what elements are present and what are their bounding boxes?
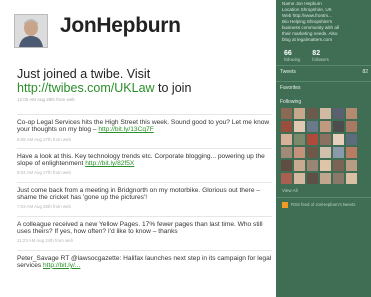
- following-avatar[interactable]: [281, 147, 292, 158]
- tweet-meta: 8:08 AM Aug 27th from web: [17, 136, 71, 142]
- profile-bio: Name Jon Hepburn Location Shropshire, UK W…: [276, 0, 371, 43]
- following-avatar[interactable]: [320, 173, 331, 184]
- following-heading: Following: [280, 99, 302, 105]
- status-link[interactable]: http://twibes.com/UKLaw: [17, 81, 155, 95]
- status-suffix: to join: [154, 81, 192, 95]
- following-stat[interactable]: 66 following: [284, 50, 300, 62]
- following-avatar[interactable]: [307, 160, 318, 171]
- tweet-link[interactable]: http://bit.ly/13Cq7F: [98, 126, 153, 133]
- profile-photo-icon: [15, 15, 47, 47]
- following-avatar[interactable]: [281, 121, 292, 132]
- rss-label: RSS feed of JonHepburn's tweets: [291, 202, 356, 207]
- following-avatar[interactable]: [320, 121, 331, 132]
- following-avatar[interactable]: [307, 134, 318, 145]
- view-all-link[interactable]: View All: [276, 184, 371, 197]
- profile-username: JonHepburn: [60, 14, 181, 37]
- tweet-item: Peter_Savage RT @lawsocgazette: Halifax …: [17, 249, 272, 275]
- following-avatar[interactable]: [294, 147, 305, 158]
- following-avatar[interactable]: [346, 134, 357, 145]
- tweet-link[interactable]: http://bit.ly/...: [43, 262, 80, 269]
- following-avatar[interactable]: [281, 108, 292, 119]
- following-avatar[interactable]: [307, 108, 318, 119]
- following-avatar[interactable]: [320, 160, 331, 171]
- following-avatar[interactable]: [281, 160, 292, 171]
- tweet-link[interactable]: http://bit.ly/82f5X: [85, 160, 134, 167]
- tweets-tab[interactable]: Tweets 82: [276, 65, 371, 78]
- status-meta: 12:05 AM Aug 28th from web: [17, 97, 75, 102]
- following-avatar[interactable]: [333, 147, 344, 158]
- following-avatar[interactable]: [307, 173, 318, 184]
- following-avatar[interactable]: [294, 160, 305, 171]
- following-avatar[interactable]: [346, 173, 357, 184]
- main-column: JonHepburn Just joined a twibe. Visit ht…: [0, 0, 276, 297]
- tweets-tab-label: Tweets: [280, 69, 296, 75]
- following-avatar[interactable]: [346, 108, 357, 119]
- following-avatar[interactable]: [294, 121, 305, 132]
- followers-label: followers: [312, 57, 329, 62]
- tweet-list: Co-op Legal Services hits the High Stree…: [17, 114, 272, 274]
- tweet-meta: 7:03 AM Aug 26th from web: [17, 204, 71, 210]
- favorites-tab[interactable]: Favorites: [276, 81, 371, 94]
- following-avatar[interactable]: [294, 134, 305, 145]
- following-avatar-grid: [276, 108, 371, 184]
- following-avatar[interactable]: [333, 121, 344, 132]
- profile-avatar[interactable]: [14, 14, 48, 48]
- following-avatar[interactable]: [333, 173, 344, 184]
- following-avatar[interactable]: [294, 173, 305, 184]
- following-avatar[interactable]: [307, 147, 318, 158]
- following-count: 66: [284, 50, 292, 57]
- tweet-text: Have a look at this. Key technology tren…: [17, 152, 265, 168]
- status-text: Just joined a twibe. Visit: [17, 67, 151, 81]
- rss-icon: [282, 202, 288, 208]
- tweet-meta: 11:23 AM Aug 24th from web: [17, 238, 74, 244]
- following-avatar[interactable]: [320, 134, 331, 145]
- following-avatar[interactable]: [281, 134, 292, 145]
- profile-sidebar: Name Jon Hepburn Location Shropshire, UK W…: [276, 0, 371, 297]
- tweet-item: Have a look at this. Key technology tren…: [17, 147, 272, 182]
- following-avatar[interactable]: [320, 108, 331, 119]
- tweet-item: Co-op Legal Services hits the High Stree…: [17, 114, 272, 148]
- followers-count: 82: [312, 50, 321, 57]
- tweet-meta: 8:04 AM Aug 27th from web: [17, 170, 71, 176]
- following-avatar[interactable]: [346, 121, 357, 132]
- rss-feed-link[interactable]: RSS feed of JonHepburn's tweets: [276, 197, 371, 212]
- following-avatar[interactable]: [346, 160, 357, 171]
- following-avatar[interactable]: [307, 121, 318, 132]
- following-avatar[interactable]: [333, 160, 344, 171]
- tweets-count: 82: [362, 69, 368, 75]
- tweet-text: A colleague received a new Yellow Pages.…: [17, 220, 263, 235]
- following-label: following: [284, 57, 301, 62]
- following-avatar[interactable]: [294, 108, 305, 119]
- following-avatar[interactable]: [346, 147, 357, 158]
- following-avatar[interactable]: [333, 108, 344, 119]
- tweet-item: Just come back from a meeting in Bridgno…: [17, 181, 272, 216]
- followers-stat[interactable]: 82 followers: [312, 50, 329, 62]
- current-status: Just joined a twibe. Visit http://twibes…: [17, 67, 272, 95]
- tweet-text: Just come back from a meeting in Bridgno…: [17, 186, 260, 202]
- following-avatar[interactable]: [333, 134, 344, 145]
- favorites-tab-label: Favorites: [280, 85, 301, 91]
- following-avatar[interactable]: [281, 173, 292, 184]
- follow-stats: 66 following 82 followers: [276, 43, 371, 62]
- tweet-item: A colleague received a new Yellow Pages.…: [17, 215, 272, 250]
- following-avatar[interactable]: [320, 147, 331, 158]
